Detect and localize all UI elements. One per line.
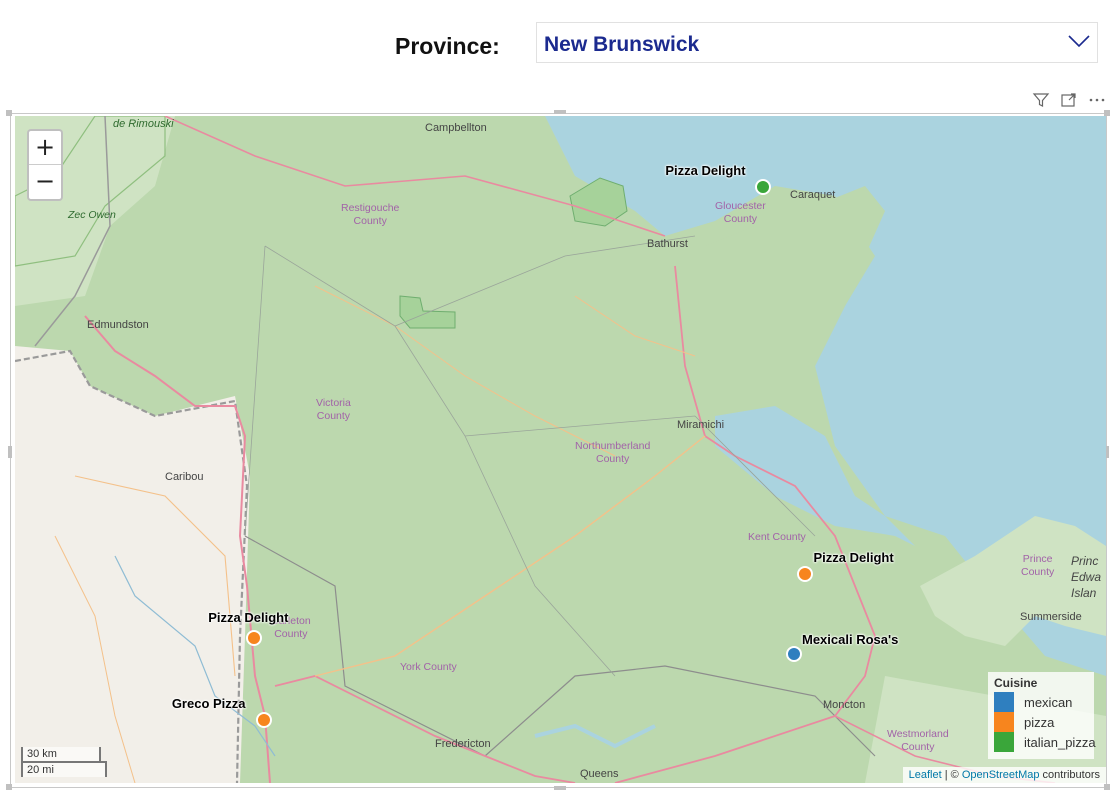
more-options-icon[interactable] <box>1088 91 1106 109</box>
place-label-rimouski: de Rimouski <box>113 118 174 130</box>
place-label-caribou: Caribou <box>165 471 204 483</box>
scale-mi: 20 mi <box>21 761 107 777</box>
county-label-victoria: Victoria County <box>316 397 351 422</box>
legend-swatch <box>994 692 1014 712</box>
attribution-separator: | © <box>941 769 962 781</box>
county-label-gloucester: Gloucester County <box>715 200 766 225</box>
legend-title: Cuisine <box>994 676 1038 690</box>
county-label-prince: Prince County <box>1021 553 1055 578</box>
map-canvas[interactable]: Campbellton de Rimouski Bathurst Edmunds… <box>15 116 1106 783</box>
place-label-bathurst: Bathurst <box>647 238 688 250</box>
zoom-in-button[interactable]: + <box>29 131 61 165</box>
legend-item-italian-pizza[interactable]: italian_pizza <box>994 732 1096 752</box>
province-slicer: Province: New Brunswick <box>0 0 1116 90</box>
resize-handle[interactable] <box>554 786 566 790</box>
place-label-miramichi: Miramichi <box>677 419 725 431</box>
restaurant-marker[interactable] <box>786 645 802 662</box>
zoom-control: + − <box>27 129 63 201</box>
county-label-kent: Kent County <box>748 531 806 543</box>
legend-swatch <box>994 712 1014 732</box>
resize-handle[interactable] <box>6 110 12 116</box>
restaurant-marker-label: Pizza Delight <box>208 609 289 625</box>
attribution-suffix: contributors <box>1039 769 1100 781</box>
focus-mode-icon[interactable] <box>1060 91 1078 109</box>
county-label-northumberland: Northumberland County <box>575 440 651 465</box>
zoom-out-button[interactable]: − <box>29 165 61 199</box>
county-label-westmorland: Westmorland County <box>887 728 949 753</box>
county-label-restigouche: Restigouche County <box>341 202 400 227</box>
chevron-down-icon <box>1068 35 1090 48</box>
resize-handle[interactable] <box>1104 784 1110 790</box>
scale-bar: 30 km 20 mi <box>21 747 107 777</box>
legend-item-mexican[interactable]: mexican <box>994 692 1088 712</box>
legend-swatch <box>994 732 1014 752</box>
legend-item-label: pizza <box>1024 714 1055 730</box>
place-label-summerside: Summerside <box>1020 611 1082 623</box>
cuisine-legend: Cuisine mexican pizza italian_pizza <box>988 672 1096 759</box>
resize-handle[interactable] <box>554 110 566 114</box>
visual-header <box>1028 89 1110 111</box>
place-label-caraquet: Caraquet <box>790 189 836 201</box>
restaurant-marker-label: Greco Pizza <box>171 695 246 711</box>
legend-item-pizza[interactable]: pizza <box>994 712 1088 732</box>
park-label-zec-owen: Zec Owen <box>68 209 116 221</box>
restaurant-marker[interactable] <box>255 711 272 728</box>
leaflet-link[interactable]: Leaflet <box>909 769 942 781</box>
restaurant-marker-label: Pizza Delight <box>813 550 894 566</box>
restaurant-marker-label: Mexicali Rosa's <box>802 631 899 647</box>
resize-handle[interactable] <box>8 446 12 458</box>
filter-icon[interactable] <box>1032 91 1050 109</box>
restaurant-marker-label: Pizza Delight <box>665 163 746 179</box>
province-dropdown[interactable]: New Brunswick <box>536 22 1098 63</box>
place-label-queens: Queens <box>580 768 619 780</box>
map-basemap <box>15 116 1106 783</box>
place-label-campbellton: Campbellton <box>425 122 487 134</box>
legend-item-label: italian_pizza <box>1024 734 1096 750</box>
place-label-edmundston: Edmundston <box>87 319 149 331</box>
slicer-label: Province: <box>395 33 500 59</box>
place-label-fredericton: Fredericton <box>435 738 491 750</box>
legend-item-label: mexican <box>1024 694 1073 710</box>
place-label-moncton: Moncton <box>823 699 866 711</box>
place-label-pei: Princ Edwa Islan <box>1071 554 1102 600</box>
map-attribution: Leaflet | © OpenStreetMap contributors <box>902 767 1106 783</box>
province-dropdown-value: New Brunswick <box>544 33 700 56</box>
openstreetmap-link[interactable]: OpenStreetMap <box>962 769 1040 781</box>
restaurant-marker[interactable] <box>246 629 263 646</box>
resize-handle[interactable] <box>6 784 12 790</box>
county-label-york: York County <box>400 661 457 673</box>
